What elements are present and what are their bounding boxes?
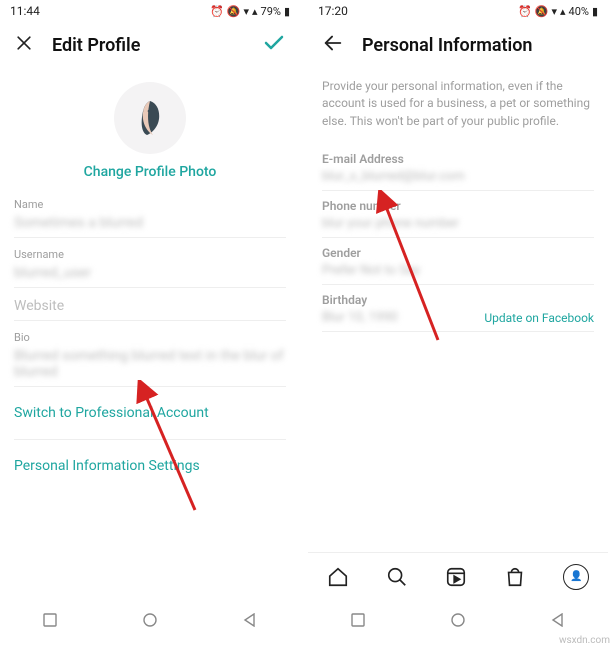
username-value: blurred_user — [14, 265, 286, 281]
bio-label: Bio — [14, 331, 286, 344]
alarm-icon: ⏰ — [518, 5, 532, 18]
watermark: wsxdn.com — [559, 635, 610, 646]
info-description: Provide your personal information, even … — [322, 68, 594, 144]
screen-personal-information: 17:20 ⏰ 🔕 ▾ ▴ 40% ▮ Personal Information… — [308, 0, 608, 640]
home-tab-icon[interactable] — [327, 566, 349, 588]
gender-field[interactable]: Gender Prefer Not to Say — [322, 238, 594, 285]
title-bar: Personal Information — [308, 22, 608, 68]
username-field[interactable]: Username blurred_user — [14, 238, 286, 288]
gender-label: Gender — [322, 246, 594, 260]
screen-edit-profile: 11:44 ⏰ 🔕 ▾ ▴ 79% ▮ Edit Profile — [0, 0, 300, 640]
phone-label: Phone number — [322, 199, 594, 213]
update-on-facebook-link[interactable]: Update on Facebook — [484, 311, 594, 325]
battery-percent: 79% — [261, 5, 281, 18]
battery-icon: ▮ — [284, 5, 290, 18]
home-icon[interactable] — [450, 612, 466, 628]
bottom-nav: 👤 — [308, 552, 608, 600]
wifi-icon: ▾ — [243, 5, 249, 18]
status-bar: 11:44 ⏰ 🔕 ▾ ▴ 79% ▮ — [0, 0, 300, 22]
email-field[interactable]: E-mail Address blur_x_blurred@blur.com — [322, 144, 594, 191]
recent-apps-icon[interactable] — [42, 612, 58, 628]
gender-value: Prefer Not to Say — [322, 263, 594, 278]
back-arrow-icon[interactable] — [322, 32, 344, 58]
personal-info-settings-link[interactable]: Personal Information Settings — [14, 440, 286, 492]
name-value: Sometimes a blurred — [14, 215, 286, 231]
birthday-label: Birthday — [322, 293, 594, 307]
website-field[interactable]: Website — [14, 288, 286, 321]
recent-apps-icon[interactable] — [350, 612, 366, 628]
back-icon[interactable] — [550, 612, 566, 628]
system-nav — [308, 600, 608, 640]
username-label: Username — [14, 248, 286, 261]
dnd-icon: 🔕 — [535, 5, 549, 18]
change-photo-link[interactable]: Change Profile Photo — [14, 164, 286, 180]
status-time: 11:44 — [10, 4, 40, 18]
page-title: Edit Profile — [52, 35, 140, 56]
signal-icon: ▴ — [560, 5, 566, 18]
name-field[interactable]: Name Sometimes a blurred — [14, 188, 286, 238]
phone-field[interactable]: Phone number blur your phone number — [322, 191, 594, 238]
birthday-field[interactable]: Birthday Blur 10, 1990 Update on Faceboo… — [322, 285, 594, 332]
reels-tab-icon[interactable] — [445, 566, 467, 588]
phone-value: blur your phone number — [322, 216, 594, 231]
status-icons: ⏰ 🔕 ▾ ▴ 40% ▮ — [518, 5, 598, 18]
signal-icon: ▴ — [252, 5, 258, 18]
home-icon[interactable] — [142, 612, 158, 628]
switch-professional-link[interactable]: Switch to Professional Account — [14, 387, 286, 440]
system-nav — [0, 600, 300, 640]
back-icon[interactable] — [242, 612, 258, 628]
battery-percent: 40% — [569, 5, 589, 18]
website-label: Website — [14, 298, 286, 314]
email-label: E-mail Address — [322, 152, 594, 166]
avatar-section: Change Profile Photo — [14, 68, 286, 188]
battery-icon: ▮ — [592, 5, 598, 18]
close-icon[interactable] — [14, 33, 34, 57]
email-value: blur_x_blurred@blur.com — [322, 169, 594, 184]
dnd-icon: 🔕 — [227, 5, 241, 18]
bio-field[interactable]: Bio Blurred something blurred text in th… — [14, 321, 286, 387]
title-bar: Edit Profile — [0, 22, 300, 68]
confirm-icon[interactable] — [262, 31, 286, 59]
name-label: Name — [14, 198, 286, 211]
wifi-icon: ▾ — [551, 5, 557, 18]
status-icons: ⏰ 🔕 ▾ ▴ 79% ▮ — [210, 5, 290, 18]
search-tab-icon[interactable] — [386, 566, 408, 588]
shop-tab-icon[interactable] — [504, 566, 526, 588]
avatar[interactable] — [114, 82, 186, 154]
bio-value: Blurred something blurred text in the bl… — [14, 348, 286, 380]
alarm-icon: ⏰ — [210, 5, 224, 18]
page-title: Personal Information — [362, 35, 532, 56]
status-time: 17:20 — [318, 4, 348, 18]
status-bar: 17:20 ⏰ 🔕 ▾ ▴ 40% ▮ — [308, 0, 608, 22]
profile-tab-icon[interactable]: 👤 — [563, 564, 589, 590]
birthday-value: Blur 10, 1990 — [322, 310, 398, 325]
